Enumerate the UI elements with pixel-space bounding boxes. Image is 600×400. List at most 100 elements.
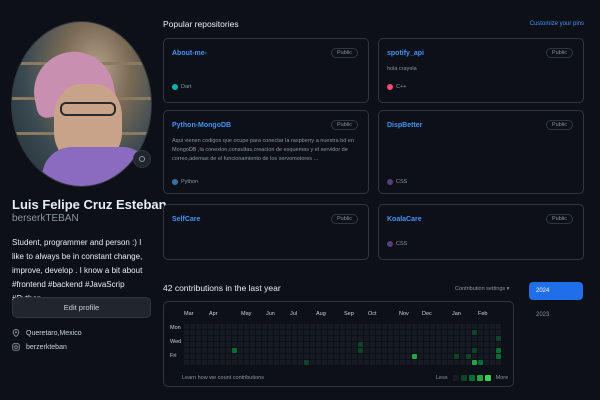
contribution-cell [280,336,285,341]
contribution-cell [214,330,219,335]
contribution-cell [244,330,249,335]
contribution-cell [424,348,429,353]
contribution-cell [484,330,489,335]
contribution-cell [472,360,477,365]
contribution-cell [436,342,441,347]
contribution-cell [310,354,315,359]
social-link[interactable]: berzerkteban [26,344,67,351]
month-label: Feb [478,311,488,317]
contribution-cell [382,324,387,329]
contribution-cell [436,354,441,359]
contribution-cell [304,330,309,335]
set-status-button[interactable] [133,150,151,168]
repo-language: Dart [172,84,191,90]
contribution-cell [352,336,357,341]
contribution-cell [358,336,363,341]
location-text: Queretaro,Mexico [26,329,82,337]
repo-name-link[interactable]: About-me- [172,50,207,57]
contribution-cell [418,348,423,353]
repo-name-link[interactable]: DispBetter [387,122,422,129]
profile-username: berserkTEBAN [12,213,79,224]
contribution-cell [208,348,213,353]
contribution-cell [400,348,405,353]
contribution-cell [310,336,315,341]
contribution-cell [190,342,195,347]
contribution-cell [460,348,465,353]
contribution-cell [316,330,321,335]
contribution-cell [340,360,345,365]
contribution-cell [442,330,447,335]
contribution-cell [286,348,291,353]
month-label: Mar [184,311,194,317]
contribution-cell [400,324,405,329]
contribution-cell [268,324,273,329]
legend-swatch [460,375,467,381]
contribution-cell [382,330,387,335]
edit-profile-button[interactable]: Edit profile [12,297,151,318]
contribution-cell [496,342,501,347]
contribution-cell [262,348,267,353]
contribution-cell [394,348,399,353]
contribution-cell [478,336,483,341]
contribution-cell [448,354,453,359]
contribution-cell [346,330,351,335]
contribution-cell [328,354,333,359]
visibility-badge: Public [546,214,573,224]
contribution-cell [412,360,417,365]
contribution-cell [322,342,327,347]
contribution-cell [340,342,345,347]
contribution-cell [484,348,489,353]
repo-name-link[interactable]: KoalaCare [387,216,422,223]
customize-pins-link[interactable]: Customize your pins [530,21,584,27]
contribution-cell [352,324,357,329]
contribution-cell [370,324,375,329]
contribution-cell [322,360,327,365]
contribution-cell [268,348,273,353]
contribution-cell [232,324,237,329]
contribution-cell [184,354,189,359]
repo-name-link[interactable]: SelfCare [172,216,200,223]
year-2023-button[interactable]: 2023 [529,306,583,324]
contribution-cell [292,324,297,329]
learn-contributions-link[interactable]: Learn how we count contributions [182,375,264,381]
contribution-cell [328,336,333,341]
contribution-cell [298,336,303,341]
contribution-cell [256,360,261,365]
contribution-cell [202,324,207,329]
contribution-cell [352,342,357,347]
repo-card: SelfCare Public [163,204,369,260]
contribution-cell [286,330,291,335]
contribution-cell [460,330,465,335]
avatar[interactable] [11,21,152,187]
contribution-cell [268,354,273,359]
contribution-cell [304,336,309,341]
contribution-cell [310,342,315,347]
contribution-cell [286,342,291,347]
repo-name-link[interactable]: Python-MongoDB [172,122,231,129]
contribution-cell [250,360,255,365]
contribution-cell [454,324,459,329]
contribution-cell [310,324,315,329]
contribution-cell [340,336,345,341]
contribution-cell [376,360,381,365]
profile-social[interactable]: berzerkteban [12,343,67,351]
contribution-cell [466,354,471,359]
contribution-cell [370,354,375,359]
year-2024-button[interactable]: 2024 [529,282,583,300]
contribution-cell [364,348,369,353]
contribution-cell [358,348,363,353]
contribution-cell [232,360,237,365]
contribution-cell [316,354,321,359]
contribution-cell [238,348,243,353]
language-color-dot [387,84,393,90]
contribution-settings-button[interactable]: Contribution settings ▾ [455,286,509,292]
contribution-cell [358,360,363,365]
contribution-cell [418,324,423,329]
contribution-cell [262,360,267,365]
contribution-cell [262,342,267,347]
contribution-cell [232,354,237,359]
repo-name-link[interactable]: spotify_api [387,50,424,57]
contribution-cell [208,354,213,359]
contribution-cell [406,324,411,329]
contribution-cell [346,348,351,353]
